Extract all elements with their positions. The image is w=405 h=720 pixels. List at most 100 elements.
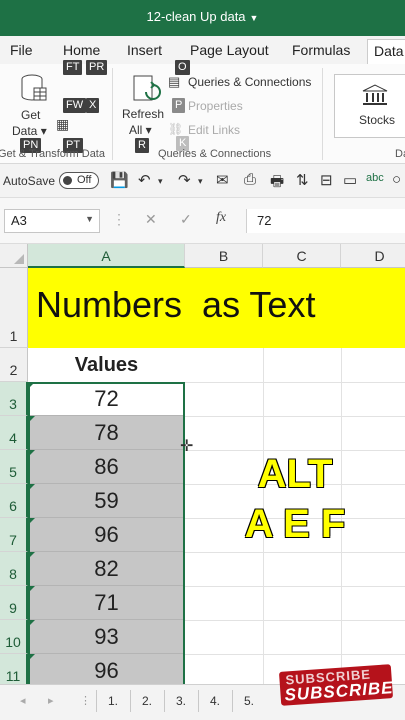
group-label-queries: Queries & Connections (158, 148, 272, 160)
prev-sheet-icon[interactable]: ◂ (20, 694, 26, 707)
edit-links-button[interactable]: Edit Links (188, 123, 240, 137)
redo-dropdown-icon[interactable]: ▾ (198, 176, 203, 187)
email-icon[interactable]: ✉ (216, 171, 229, 189)
formula-bar: A3 ▼ ⋮ ✕ ✓ fx 72 (0, 198, 405, 244)
save-icon[interactable]: 💾 (110, 171, 129, 189)
row-header-7[interactable]: 7 (0, 518, 28, 552)
keytip-fw: FW (63, 98, 87, 113)
cursor-cross-icon: ✛ (180, 438, 194, 455)
gridline (185, 654, 405, 655)
enter-icon[interactable]: ✓ (180, 211, 192, 228)
document-title[interactable]: 12-clean Up data ▼ (0, 9, 405, 24)
autosave-state: Off (77, 174, 92, 186)
cell-a4[interactable]: 78 (28, 416, 185, 450)
tab-page-layout[interactable]: Page Layout (190, 42, 269, 58)
undo-icon[interactable]: ↶ (138, 171, 151, 189)
next-sheet-icon[interactable]: ▸ (48, 694, 54, 707)
select-all-button[interactable] (0, 244, 28, 268)
row-header-10[interactable]: 10 (0, 620, 28, 654)
gridline (185, 552, 405, 553)
sheet-tab-3[interactable]: 3. (164, 690, 197, 712)
column-header-b[interactable]: B (185, 244, 263, 268)
keytip-o: O (175, 60, 190, 75)
row-header-2[interactable]: 2 (0, 348, 28, 382)
error-indicator-icon (28, 450, 35, 457)
shortcut-line-2: A E F (244, 502, 346, 546)
table-icon[interactable]: ▦ (56, 116, 69, 133)
keytip-ft: FT (63, 60, 83, 75)
title-bar: 12-clean Up data ▼ (0, 0, 405, 36)
autosave-label: AutoSave (3, 174, 56, 188)
cell-a10[interactable]: 93 (28, 620, 185, 654)
gridline (185, 586, 405, 587)
row-header-9[interactable]: 9 (0, 586, 28, 620)
cell-a3[interactable]: 72 (28, 382, 185, 416)
chevron-down-icon: ▼ (249, 13, 259, 23)
cell-a8[interactable]: 82 (28, 552, 185, 586)
insert-function-button[interactable]: fx (216, 210, 226, 226)
sheet-tab-1[interactable]: 1. (96, 690, 129, 712)
print-preview-icon[interactable]: ⎙ (244, 171, 256, 188)
error-indicator-icon (28, 654, 35, 661)
select-all-icon (14, 254, 24, 264)
document-title-text: 12-clean Up data (146, 9, 246, 24)
cancel-icon[interactable]: ✕ (145, 211, 157, 228)
cell-a9[interactable]: 71 (28, 586, 185, 620)
sheet-tab-4[interactable]: 4. (198, 690, 231, 712)
more-sheets-icon[interactable]: ⋮ (80, 694, 91, 707)
error-indicator-icon (28, 382, 35, 389)
cell-a7[interactable]: 96 (28, 518, 185, 552)
row-header-11[interactable]: 11 (0, 654, 28, 684)
title-cell-a1[interactable]: Numbers as Text (28, 268, 405, 348)
spelling-icon[interactable]: abc (366, 172, 384, 184)
name-box-value: A3 (11, 213, 27, 228)
error-indicator-icon (28, 552, 35, 559)
group-label-get-transform: Get & Transform Data (0, 148, 105, 160)
error-indicator-icon (28, 484, 35, 491)
sheet-tab-5[interactable]: 5. (232, 690, 265, 712)
refresh-label-1: Refresh (122, 107, 165, 121)
column-header-c[interactable]: C (263, 244, 341, 268)
row-header-3[interactable]: 3 (0, 382, 28, 416)
row-header-5[interactable]: 5 (0, 450, 28, 484)
keytip-r: R (135, 138, 149, 153)
row-header-1[interactable]: 1 (0, 268, 28, 348)
toggle-knob (63, 176, 72, 185)
row-header-4[interactable]: 4 (0, 416, 28, 450)
queries-connections-button[interactable]: Queries & Connections (188, 75, 311, 89)
undo-dropdown-icon[interactable]: ▾ (158, 176, 163, 187)
tab-data[interactable]: Data (367, 39, 405, 64)
formula-input[interactable]: 72 (246, 209, 405, 233)
values-header-cell[interactable]: Values (28, 348, 185, 382)
stocks-label: Stocks (359, 113, 396, 127)
sheet-tab-2[interactable]: 2. (130, 690, 163, 712)
cell-a6[interactable]: 59 (28, 484, 185, 518)
tab-formulas[interactable]: Formulas (292, 42, 350, 58)
cell-a11[interactable]: 96 (28, 654, 185, 684)
formula-value: 72 (257, 213, 272, 228)
print-icon[interactable]: 🖶 (270, 171, 284, 196)
autosave-toggle[interactable]: Off (59, 172, 99, 189)
tab-insert[interactable]: Insert (127, 42, 162, 58)
tab-home[interactable]: Home (63, 42, 100, 58)
cell-a5[interactable]: 86 (28, 450, 185, 484)
sort-icon[interactable]: ⇅ (296, 171, 309, 189)
refresh-label-2: All ▾ (129, 123, 152, 137)
properties-button[interactable]: Properties (188, 99, 243, 113)
stocks-button[interactable]: Stocks (334, 74, 405, 138)
chevron-down-icon: ▼ (85, 214, 94, 224)
row-header-8[interactable]: 8 (0, 552, 28, 586)
name-box[interactable]: A3 ▼ (4, 209, 100, 233)
bank-icon (362, 84, 388, 105)
row-header-6[interactable]: 6 (0, 484, 28, 518)
column-header-a[interactable]: A (28, 244, 185, 268)
shortcut-line-1: ALT (257, 452, 333, 496)
edit-links-icon: ⛓ (168, 122, 184, 136)
search-icon[interactable]: ○ (392, 171, 401, 188)
open-icon[interactable]: ▭ (343, 171, 357, 189)
filter-icon[interactable]: ⊟ (320, 171, 333, 189)
column-header-d[interactable]: D (341, 244, 405, 268)
redo-icon[interactable]: ↷ (178, 171, 191, 189)
worksheet-grid[interactable]: A B C D 1 2 3 4 5 6 7 8 9 10 11 Numbers … (0, 244, 405, 684)
tab-file[interactable]: File (10, 42, 33, 58)
